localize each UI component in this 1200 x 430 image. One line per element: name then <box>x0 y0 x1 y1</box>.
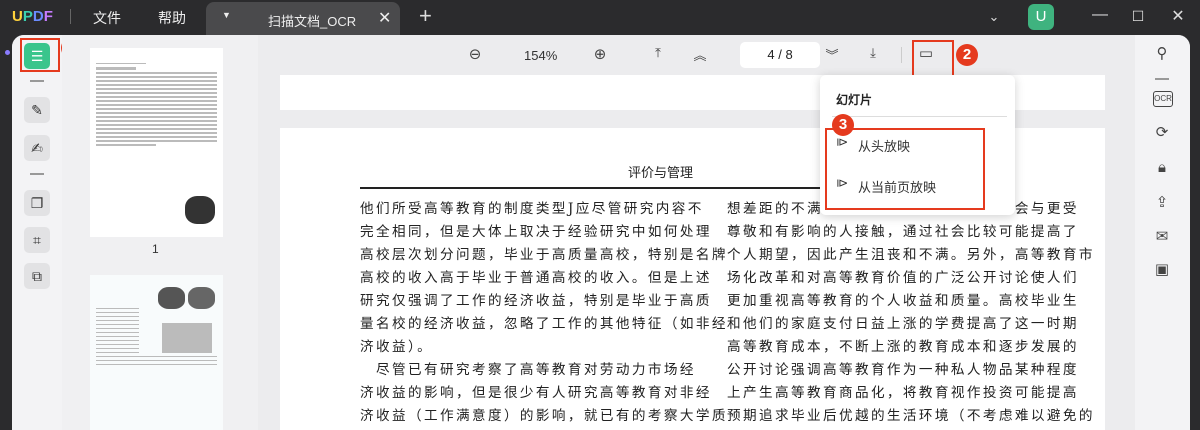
organize-pages-icon[interactable]: ❐ <box>24 190 50 216</box>
page-header: 评价与管理 <box>628 166 694 181</box>
text-line: 公开讨论强调高等教育作为一种私人物品某种程度 <box>727 362 1079 378</box>
annotation-badge-2: 2 <box>956 44 978 66</box>
maximize-button[interactable]: ☐ <box>1126 8 1150 25</box>
text-line: 上产生高等教育商品化，将教育视作投资可能提高 <box>727 385 1079 401</box>
annotation-badge-3: 3 <box>832 114 854 136</box>
text-line: 高校层次划分问题，毕业于高质量高校，特别是名牌 <box>360 247 728 263</box>
page-thumbnail-1[interactable] <box>90 48 223 237</box>
text-line: 他们所受高等教育的制度类型J应尽管研究内容不 <box>360 201 704 217</box>
email-icon[interactable]: ✉ <box>1149 227 1175 245</box>
text-line: 更加重视高等教育的个人收益和质量。高校毕业生 <box>727 293 1079 309</box>
divider <box>30 80 44 82</box>
annotation-box-2 <box>912 40 954 78</box>
text-line: 高等教育成本，不断上涨的教育成本和逐步发展的 <box>727 339 1079 355</box>
right-column: 想差距的不满。因为接受高质量大学教育会与更受尊敬和有影响的人接触，通过社会比较可… <box>727 198 1095 428</box>
zoom-level[interactable]: 154% <box>524 48 557 63</box>
text-line: 和他们的家庭支付日益上涨的学费提高了这一时期 <box>727 316 1079 332</box>
updf-logo: UPDF <box>12 8 53 25</box>
text-line: 济收益的影响，但是很少有人研究高等教育对非经 <box>360 385 712 401</box>
text-line: 高校的收入高于毕业于普通高校的收入。但是上述 <box>360 270 712 286</box>
chevron-down-icon[interactable]: ⌄ <box>982 9 1006 25</box>
zoom-in-icon[interactable]: ⊕ <box>589 45 611 63</box>
protect-icon[interactable]: 🔒︎ <box>1149 159 1175 176</box>
new-tab-button[interactable]: + <box>419 3 432 29</box>
text-line: 尊敬和有影响的人接触，通过社会比较可能提高了 <box>727 224 1079 240</box>
thumbnail-panel: 1 <box>62 35 258 430</box>
tab-dropdown-icon[interactable]: ▼ <box>222 10 231 20</box>
close-window-button[interactable]: ✕ <box>1166 6 1190 26</box>
thumbnail-image <box>185 196 215 224</box>
minimize-button[interactable]: — <box>1088 6 1112 24</box>
tab-document[interactable]: ▼ 扫描文档_OCR ✕ <box>206 2 400 35</box>
next-page-icon[interactable]: ︾ <box>821 45 843 64</box>
text-line: 预期追求毕业后优越的生活环境（不考虑难以避免的 <box>727 408 1095 424</box>
left-toolbar: ☰ ✎ ✍ ❐ ⌗ ⧉ <box>12 35 62 430</box>
crop-icon[interactable]: ⌗ <box>24 227 50 253</box>
left-column: 他们所受高等教育的制度类型J应尽管研究内容不 完全相同，但是大体上取决于经验研究中… <box>360 198 728 428</box>
highlighter-icon[interactable]: ✎ <box>24 97 50 123</box>
page-thumbnail-2[interactable] <box>90 275 223 430</box>
annotation-box-1 <box>20 38 60 72</box>
zoom-out-icon[interactable]: ⊖ <box>464 45 486 63</box>
slideshow-dropdown: 幻灯片 ⧐ 从头放映 ⧐ 从当前页放映 3 <box>820 75 1015 215</box>
convert-icon[interactable]: ⟳ <box>1149 123 1175 141</box>
edit-pdf-icon[interactable]: ✍ <box>24 135 50 161</box>
share-icon[interactable]: ⇪ <box>1149 193 1175 211</box>
indicator-dot <box>5 50 10 55</box>
total-pages: 8 <box>785 47 793 62</box>
last-page-icon[interactable]: ⤓ <box>862 45 884 61</box>
text-line: 济收益）。 <box>360 339 434 355</box>
dropdown-title: 幻灯片 <box>836 93 873 107</box>
annotation-box-3 <box>825 128 985 210</box>
page-separator: / <box>778 47 782 62</box>
thumbnail-image <box>188 287 215 309</box>
page-number-input[interactable]: 4 / 8 <box>740 42 820 68</box>
thumbnail-image <box>158 287 185 309</box>
text-line: 个人期望，因此产生沮丧和不满。另外，高等教育市 <box>727 247 1095 263</box>
save-icon[interactable]: ▣ <box>1149 260 1175 278</box>
search-icon[interactable]: ⚲ <box>1149 44 1175 62</box>
divider <box>901 47 902 63</box>
text-line: 完全相同，但是大体上取决于经验研究中如何处理 <box>360 224 712 240</box>
current-page: 4 <box>767 47 775 62</box>
right-toolbar: ⚲ OCR ⟳ 🔒︎ ⇪ ✉ ▣ <box>1135 35 1190 430</box>
tab-title: 扫描文档_OCR <box>268 14 357 29</box>
divider <box>1155 78 1169 80</box>
text-line: 尽管已有研究考察了高等教育对劳动力市场经 <box>360 362 696 378</box>
first-page-icon[interactable]: ⤒ <box>647 45 669 61</box>
thumbnail-label: 1 <box>152 242 159 256</box>
text-line: 量名校的经济收益，忽略了工作的其他特征（如非经 <box>360 316 728 332</box>
divider <box>30 173 44 175</box>
close-tab-icon[interactable]: ✕ <box>378 8 391 28</box>
watermark-icon[interactable]: ⧉ <box>24 263 50 289</box>
title-bar: UPDF 文件 帮助 ▼ 扫描文档_OCR ✕ + ⌄ U — ☐ ✕ <box>0 0 1200 35</box>
thumbnail-image <box>162 323 212 353</box>
text-line: 济收益（工作满意度）的影响，就已有的考察大学质 <box>360 408 728 424</box>
menu-file[interactable]: 文件 <box>93 8 121 28</box>
divider <box>832 116 1007 117</box>
text-line: 场化改革和对高等教育价值的广泛公开讨论使人们 <box>727 270 1079 286</box>
ocr-icon[interactable]: OCR <box>1153 91 1173 107</box>
avatar[interactable]: U <box>1028 4 1054 30</box>
previous-page-icon[interactable]: ︽ <box>689 45 711 64</box>
text-line: 研究仅强调了工作的经济收益，特别是毕业于高质 <box>360 293 712 309</box>
divider <box>70 9 71 24</box>
menu-help[interactable]: 帮助 <box>158 8 186 28</box>
